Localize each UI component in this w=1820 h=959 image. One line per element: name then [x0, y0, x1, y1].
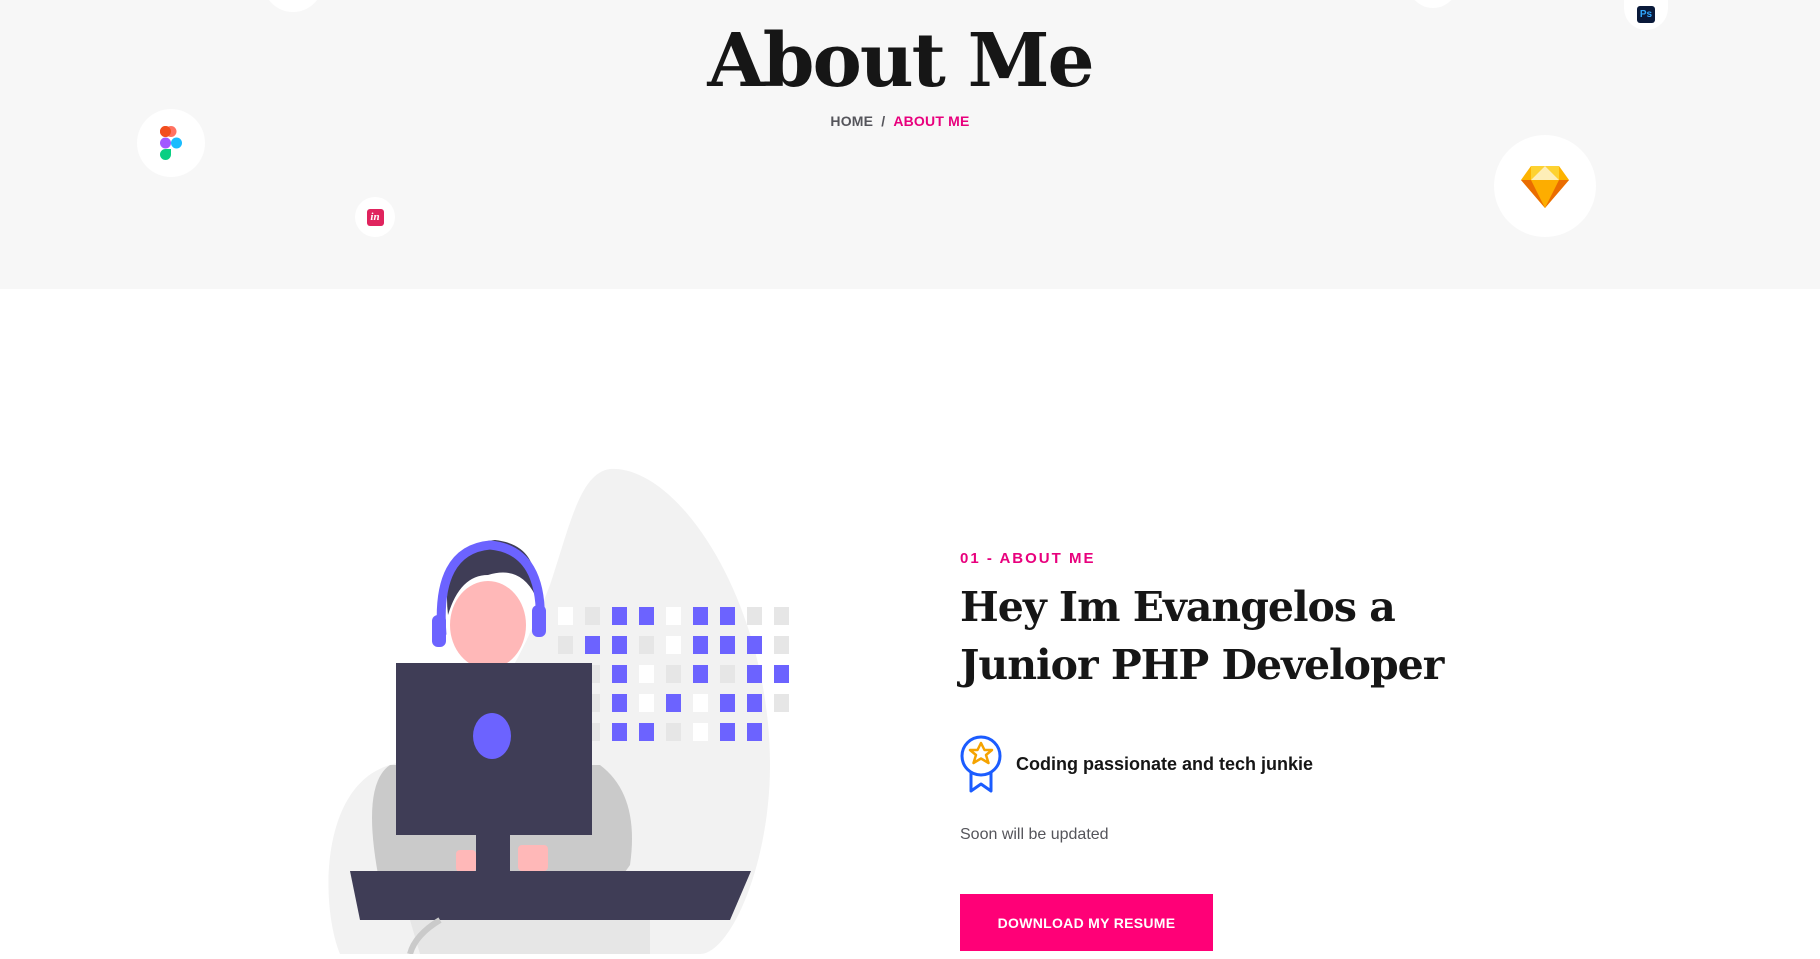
invision-icon-bubble: in	[355, 197, 395, 237]
grid-cell	[693, 636, 708, 654]
grid-cell	[720, 665, 735, 683]
grid-cell	[720, 723, 735, 741]
sketch-icon-bubble	[1494, 135, 1596, 237]
grid-cell	[774, 665, 789, 683]
grid-cell	[720, 636, 735, 654]
decor-bubble-top-right	[1408, 0, 1458, 8]
developer-illustration	[320, 465, 840, 955]
feature-item: Coding passionate and tech junkie	[960, 734, 1313, 794]
grid-cell	[558, 636, 573, 654]
grid-cell	[774, 694, 789, 712]
breadcrumb: HOME / ABOUT ME	[0, 113, 1800, 129]
grid-cell	[747, 723, 762, 741]
grid-cell	[639, 636, 654, 654]
grid-cell	[774, 607, 789, 625]
grid-cell	[693, 723, 708, 741]
figma-icon	[160, 126, 182, 160]
grid-cell	[612, 636, 627, 654]
breadcrumb-home-link[interactable]: HOME	[830, 113, 873, 129]
grid-cell	[720, 694, 735, 712]
sketch-icon	[1521, 166, 1569, 208]
grid-cell	[639, 607, 654, 625]
grid-cell	[612, 607, 627, 625]
page-title: About Me	[707, 18, 1094, 104]
grid-cell	[747, 607, 762, 625]
grid-cell	[774, 723, 789, 741]
grid-cell	[585, 636, 600, 654]
grid-cell	[585, 607, 600, 625]
grid-cell	[666, 694, 681, 712]
grid-cell	[612, 694, 627, 712]
section-kicker: 01 - ABOUT ME	[960, 550, 1096, 567]
grid-cell	[747, 665, 762, 683]
grid-cell	[639, 723, 654, 741]
decor-bubble-top-left	[263, 0, 323, 12]
grid-cell	[693, 607, 708, 625]
grid-cell	[747, 694, 762, 712]
grid-cell	[612, 665, 627, 683]
grid-cell	[720, 607, 735, 625]
grid-cell	[666, 636, 681, 654]
award-ribbon-icon	[960, 735, 1002, 793]
breadcrumb-separator: /	[881, 113, 886, 129]
grid-cell	[612, 723, 627, 741]
grid-cell	[639, 694, 654, 712]
grid-cell	[639, 665, 654, 683]
page-hero: in Ps About Me HOME / ABOUT ME	[0, 0, 1820, 289]
grid-cell	[693, 694, 708, 712]
grid-cell	[774, 636, 789, 654]
invision-icon: in	[366, 208, 384, 226]
about-description: Soon will be updated	[960, 826, 1109, 843]
grid-cell	[666, 665, 681, 683]
section-heading: Hey Im Evangelos a Junior PHP Developer	[960, 583, 1444, 689]
grid-cell	[747, 636, 762, 654]
breadcrumb-current: ABOUT ME	[893, 113, 970, 129]
grid-cell	[666, 723, 681, 741]
grid-cell	[693, 665, 708, 683]
grid-cell	[558, 607, 573, 625]
download-resume-button[interactable]: DOWNLOAD MY RESUME	[960, 894, 1213, 951]
grid-cell	[666, 607, 681, 625]
feature-text: Coding passionate and tech junkie	[1016, 753, 1314, 774]
